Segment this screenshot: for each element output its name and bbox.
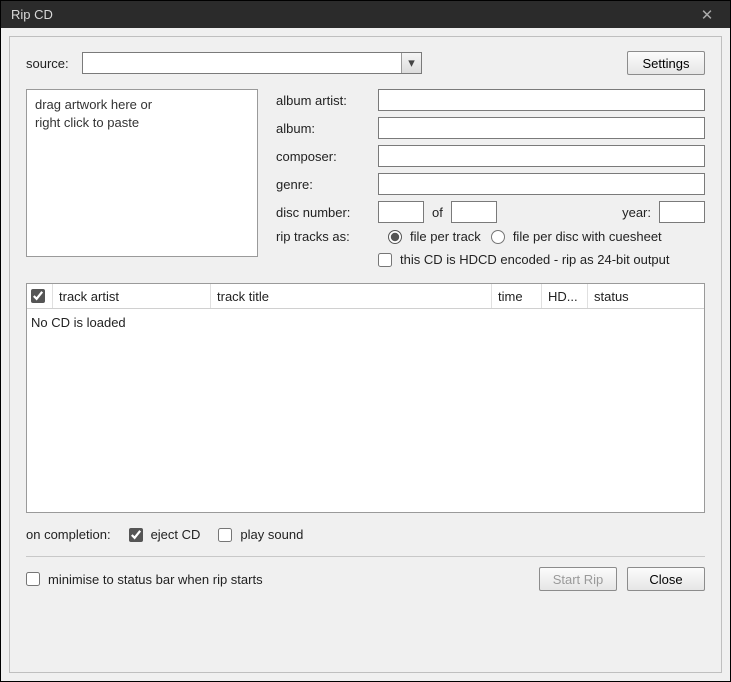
header-track-title[interactable]: track title xyxy=(211,284,492,308)
close-icon[interactable]: ✕ xyxy=(692,6,722,24)
eject-cd-checkbox[interactable]: eject CD xyxy=(129,527,201,542)
rip-per-disc-label: file per disc with cuesheet xyxy=(513,229,662,244)
separator xyxy=(26,556,705,557)
start-rip-button[interactable]: Start Rip xyxy=(539,567,617,591)
metadata-form: album artist: album: composer: genre: di… xyxy=(276,89,705,267)
composer-label: composer: xyxy=(276,149,378,164)
album-input[interactable] xyxy=(378,117,705,139)
source-label: source: xyxy=(26,56,82,71)
rip-per-disc-radio[interactable]: file per disc with cuesheet xyxy=(491,229,662,244)
top-area: drag artwork here or right click to past… xyxy=(26,89,705,267)
settings-button[interactable]: Settings xyxy=(627,51,705,75)
source-row: source: ▾ Settings xyxy=(26,51,705,75)
genre-label: genre: xyxy=(276,177,378,192)
header-time[interactable]: time xyxy=(492,284,542,308)
dialog-outer: source: ▾ Settings drag artwork here or … xyxy=(0,28,731,682)
close-button[interactable]: Close xyxy=(627,567,705,591)
disc-number-input[interactable] xyxy=(378,201,424,223)
dialog-panel: source: ▾ Settings drag artwork here or … xyxy=(9,36,722,673)
header-track-artist[interactable]: track artist xyxy=(53,284,211,308)
hdcd-label: this CD is HDCD encoded - rip as 24-bit … xyxy=(400,252,670,267)
year-input[interactable] xyxy=(659,201,705,223)
disc-total-input[interactable] xyxy=(451,201,497,223)
minimise-checkbox[interactable]: minimise to status bar when rip starts xyxy=(26,572,263,587)
composer-input[interactable] xyxy=(378,145,705,167)
album-artist-label: album artist: xyxy=(276,93,378,108)
table-header: track artist track title time HD... stat… xyxy=(27,284,704,309)
year-label: year: xyxy=(622,205,651,220)
window-title: Rip CD xyxy=(11,7,692,22)
album-artist-input[interactable] xyxy=(378,89,705,111)
eject-cd-label: eject CD xyxy=(151,527,201,542)
artwork-placeholder-line2: right click to paste xyxy=(35,114,249,132)
play-sound-label: play sound xyxy=(240,527,303,542)
album-label: album: xyxy=(276,121,378,136)
genre-input[interactable] xyxy=(378,173,705,195)
disc-number-label: disc number: xyxy=(276,205,378,220)
table-body: No CD is loaded xyxy=(27,309,704,512)
rip-per-track-label: file per track xyxy=(410,229,481,244)
disc-of-label: of xyxy=(432,205,443,220)
bottom-row: minimise to status bar when rip starts S… xyxy=(26,567,705,591)
artwork-dropzone[interactable]: drag artwork here or right click to past… xyxy=(26,89,258,257)
titlebar: Rip CD ✕ xyxy=(0,0,731,28)
rip-per-track-radio[interactable]: file per track xyxy=(388,229,481,244)
header-checkbox-cell[interactable] xyxy=(27,284,53,308)
artwork-placeholder-line1: drag artwork here or xyxy=(35,96,249,114)
rip-as-label: rip tracks as: xyxy=(276,229,378,244)
chevron-down-icon[interactable]: ▾ xyxy=(401,53,421,73)
rip-as-row: rip tracks as: file per track file per d… xyxy=(276,229,705,244)
hdcd-checkbox[interactable]: this CD is HDCD encoded - rip as 24-bit … xyxy=(378,252,670,267)
header-checkbox[interactable] xyxy=(31,289,45,303)
source-combobox[interactable]: ▾ xyxy=(82,52,422,74)
header-hd[interactable]: HD... xyxy=(542,284,588,308)
completion-row: on completion: eject CD play sound xyxy=(26,527,705,542)
track-table: track artist track title time HD... stat… xyxy=(26,283,705,513)
table-empty-message: No CD is loaded xyxy=(31,315,126,330)
completion-label: on completion: xyxy=(26,527,111,542)
play-sound-checkbox[interactable]: play sound xyxy=(218,527,303,542)
source-combobox-value xyxy=(83,53,401,73)
header-status[interactable]: status xyxy=(588,284,704,308)
minimise-label: minimise to status bar when rip starts xyxy=(48,572,263,587)
